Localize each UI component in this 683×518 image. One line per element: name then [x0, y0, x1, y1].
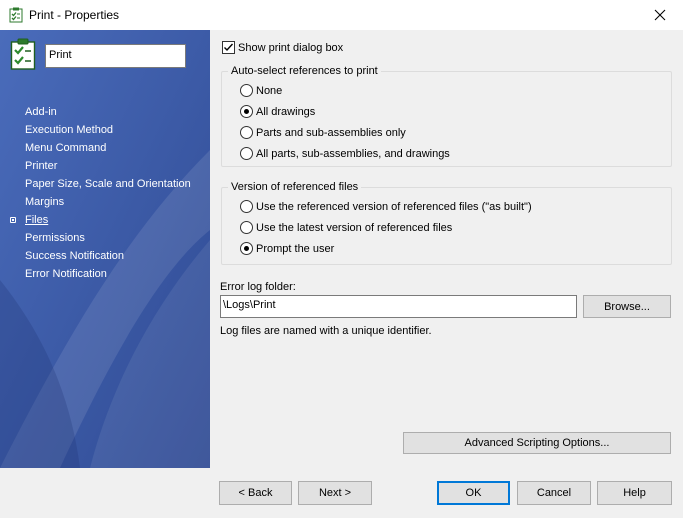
- sidebar-item-margins[interactable]: Margins: [0, 193, 210, 211]
- error-log-folder-input[interactable]: \Logs\Print: [220, 295, 577, 318]
- close-button[interactable]: [637, 0, 683, 30]
- sidebar-item-menu-command[interactable]: Menu Command: [0, 139, 210, 157]
- checklist-icon: [9, 7, 23, 23]
- sidebar-item-execution-method[interactable]: Execution Method: [0, 121, 210, 139]
- window-title: Print - Properties: [29, 8, 120, 22]
- auto-select-group: Auto-select references to print None All…: [221, 65, 672, 167]
- sidebar-item-label: Menu Command: [25, 142, 107, 154]
- sidebar-item-label: Error Notification: [25, 268, 107, 280]
- advanced-scripting-button[interactable]: Advanced Scripting Options...: [403, 432, 671, 454]
- checkbox-box[interactable]: [222, 41, 235, 54]
- sidebar-item-label: Printer: [25, 160, 58, 172]
- sidebar-item-printer[interactable]: Printer: [0, 157, 210, 175]
- close-icon: [654, 9, 666, 21]
- radio-all-parts-drawings[interactable]: All parts, sub-assemblies, and drawings: [240, 147, 450, 160]
- radio-button[interactable]: [240, 200, 253, 213]
- sidebar-item-label: Files: [25, 214, 49, 226]
- radio-button[interactable]: [240, 105, 253, 118]
- radio-label: Use the referenced version of referenced…: [256, 200, 532, 213]
- radio-label: Prompt the user: [256, 242, 335, 255]
- radio-label: None: [256, 84, 283, 97]
- auto-select-legend: Auto-select references to print: [228, 65, 381, 77]
- sidebar-item-permissions[interactable]: Permissions: [0, 229, 210, 247]
- radio-button[interactable]: [240, 242, 253, 255]
- main-panel: Show print dialog box Auto-select refere…: [210, 30, 683, 468]
- back-button[interactable]: < Back: [219, 481, 292, 505]
- sidebar-item-label: Execution Method: [25, 124, 114, 136]
- selected-bullet-icon: [10, 217, 16, 223]
- footer: < Back Next > OK Cancel Help: [0, 468, 683, 518]
- radio-prompt-user[interactable]: Prompt the user: [240, 242, 334, 255]
- radio-button[interactable]: [240, 84, 253, 97]
- sidebar: Print Add-in Execution Method Menu Comma…: [0, 30, 210, 468]
- radio-label: Parts and sub-assemblies only: [256, 126, 406, 139]
- sidebar-item-success-notification[interactable]: Success Notification: [0, 247, 210, 265]
- cancel-button[interactable]: Cancel: [517, 481, 591, 505]
- sidebar-item-label: Margins: [25, 196, 65, 208]
- error-log-label: Error log folder:: [220, 281, 296, 293]
- sidebar-nav: Add-in Execution Method Menu Command Pri…: [0, 103, 210, 283]
- radio-button[interactable]: [240, 147, 253, 160]
- sidebar-item-label: Paper Size, Scale and Orientation: [25, 178, 191, 190]
- radio-label: Use the latest version of referenced fil…: [256, 221, 453, 234]
- log-note: Log files are named with a unique identi…: [220, 325, 432, 337]
- radio-label: All parts, sub-assemblies, and drawings: [256, 147, 450, 160]
- radio-button[interactable]: [240, 221, 253, 234]
- radio-latest-version[interactable]: Use the latest version of referenced fil…: [240, 221, 452, 234]
- checkmark-icon: [224, 43, 234, 52]
- sidebar-item-error-notification[interactable]: Error Notification: [0, 265, 210, 283]
- ok-button[interactable]: OK: [437, 481, 510, 505]
- version-legend: Version of referenced files: [228, 181, 362, 193]
- radio-none[interactable]: None: [240, 84, 282, 97]
- next-button[interactable]: Next >: [298, 481, 372, 505]
- sidebar-item-files[interactable]: Files: [0, 211, 210, 229]
- sidebar-item-paper-size[interactable]: Paper Size, Scale and Orientation: [0, 175, 210, 193]
- radio-label: All drawings: [256, 105, 316, 118]
- radio-referenced-version[interactable]: Use the referenced version of referenced…: [240, 200, 532, 213]
- show-print-dialog-checkbox[interactable]: Show print dialog box: [222, 41, 343, 54]
- radio-all-drawings[interactable]: All drawings: [240, 105, 315, 118]
- sidebar-item-label: Permissions: [25, 232, 85, 244]
- title-bar: Print - Properties: [0, 0, 683, 30]
- sidebar-item-label: Success Notification: [25, 250, 125, 262]
- show-print-dialog-label: Show print dialog box: [238, 41, 344, 54]
- version-group: Version of referenced files Use the refe…: [221, 181, 672, 265]
- browse-button[interactable]: Browse...: [583, 295, 671, 318]
- name-input[interactable]: Print: [45, 44, 186, 68]
- sidebar-item-label: Add-in: [25, 106, 57, 118]
- help-button[interactable]: Help: [597, 481, 672, 505]
- checklist-icon: [10, 38, 36, 70]
- sidebar-item-add-in[interactable]: Add-in: [0, 103, 210, 121]
- radio-parts-subassemblies[interactable]: Parts and sub-assemblies only: [240, 126, 406, 139]
- radio-button[interactable]: [240, 126, 253, 139]
